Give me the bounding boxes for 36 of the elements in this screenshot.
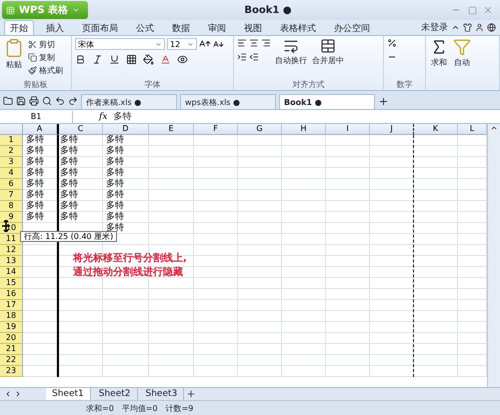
tooltip: 行高: 11.25 (0.40 厘米)	[20, 231, 118, 242]
table-cell-text: 多特	[25, 157, 45, 168]
group-label: 剪贴板	[22, 79, 48, 90]
table-cell-text: 多特	[105, 146, 125, 156]
table-cell-text: 多特	[59, 190, 79, 200]
group-label: 数字	[396, 79, 414, 90]
table-cell-text: 多特	[105, 179, 125, 190]
status-text: 求和=0	[86, 402, 114, 414]
annotation-text: 将光标移至行号分割线上, 通过拖动分割线进行隐藏	[73, 252, 187, 280]
table-cell-text: 多特	[25, 212, 45, 223]
table-cell-text: 多特	[25, 201, 45, 212]
table-cell-text: 多特	[25, 168, 45, 178]
table-cell-text: 多特	[59, 146, 79, 156]
status-text: 计数=9	[166, 402, 194, 414]
table-cell-text: 多特	[59, 179, 79, 190]
table-cell-text: 多特	[59, 212, 79, 223]
table-cell-text: 多特	[59, 157, 79, 168]
table-cell-text: 多特	[105, 201, 125, 212]
table-cell-text: 多特	[105, 212, 125, 222]
status-text: 平均值=0	[122, 402, 158, 414]
login-status: 未登录	[421, 22, 448, 34]
table-cell-text: 多特	[25, 190, 45, 200]
table-cell-text: 多特	[59, 168, 79, 178]
table-cell-text: 多特	[105, 157, 125, 168]
group-label: 字体	[144, 79, 162, 90]
table-cell-text: 多特	[25, 179, 45, 190]
table-cell-text: 多特	[105, 168, 125, 178]
table-cell-text: 多特	[105, 135, 125, 146]
table-cell-text: 多特	[25, 146, 45, 156]
window-title: Book1 ●	[243, 4, 293, 16]
table-cell-text: 多特	[59, 135, 79, 146]
group-label: 对齐方式	[292, 79, 326, 90]
table-cell-text: 多特	[106, 223, 125, 233]
table-cell-text: 多特	[59, 201, 79, 212]
table-cell-text: 多特	[105, 190, 125, 200]
table-cell-text: 多特	[25, 135, 45, 146]
